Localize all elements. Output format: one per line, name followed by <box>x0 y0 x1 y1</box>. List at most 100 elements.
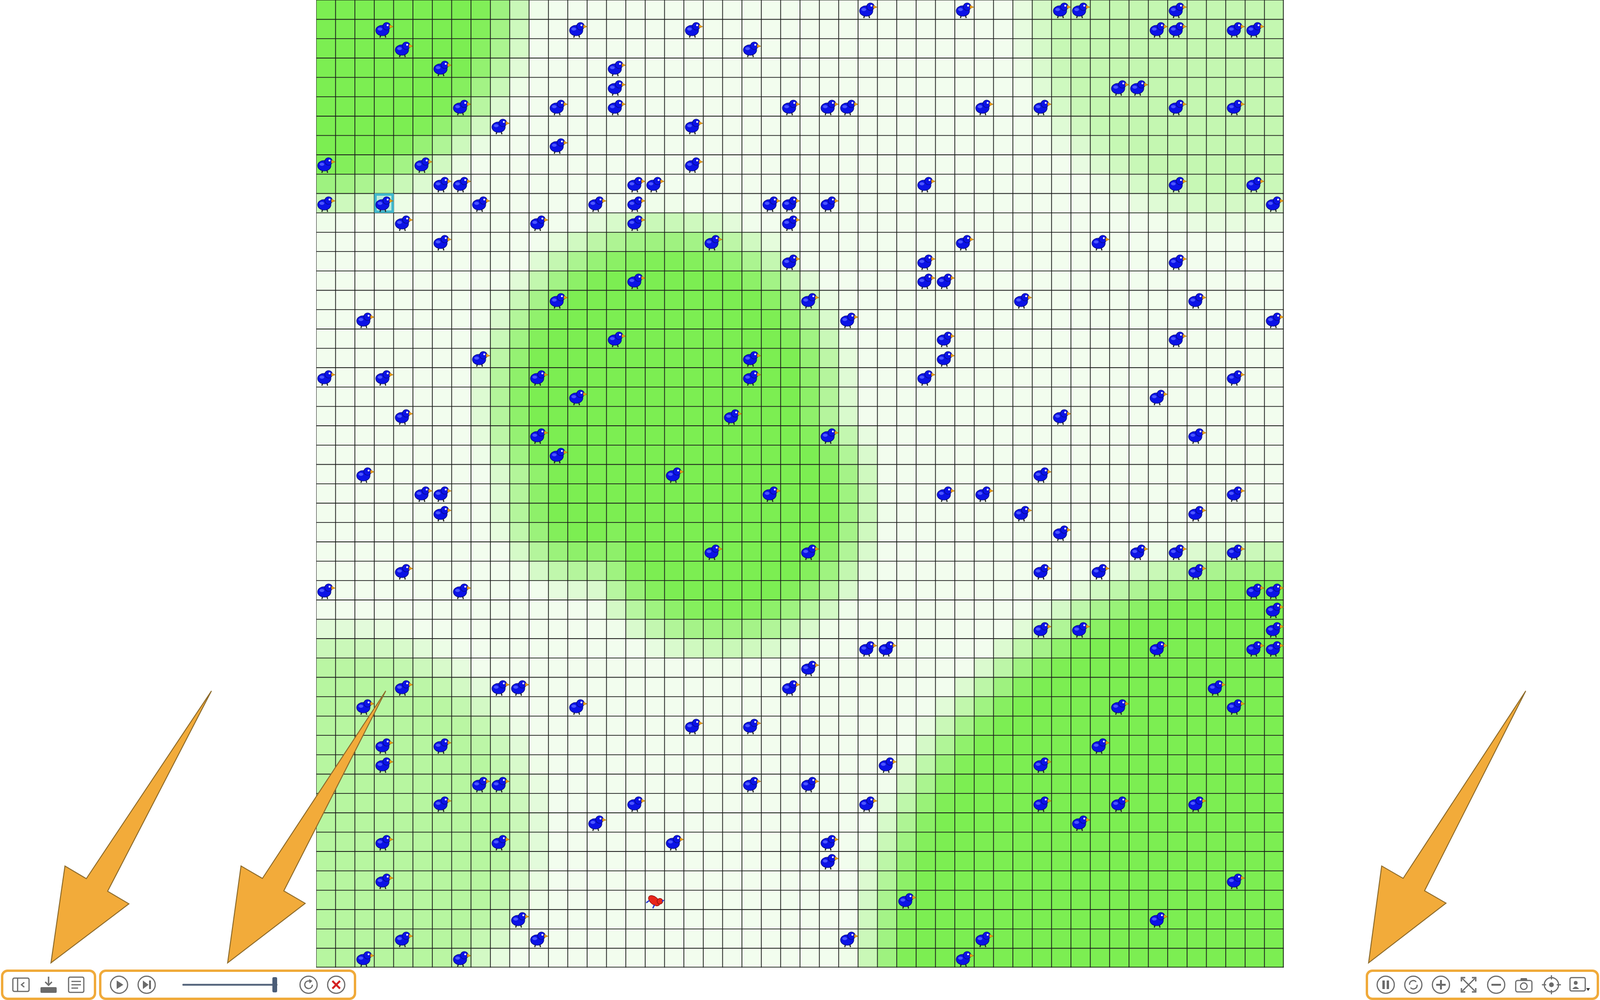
sheep-icon[interactable] <box>626 174 646 194</box>
sheep-icon[interactable] <box>355 696 375 716</box>
sheep-icon[interactable] <box>877 754 897 774</box>
sheep-icon[interactable] <box>316 580 336 600</box>
sheep-icon[interactable] <box>568 19 588 39</box>
sheep-icon[interactable] <box>1070 0 1090 20</box>
step-button[interactable] <box>135 973 158 996</box>
sheep-icon[interactable] <box>1264 600 1284 620</box>
sheep-icon[interactable] <box>529 367 549 387</box>
sheep-icon[interactable] <box>761 483 781 503</box>
sheep-icon[interactable] <box>393 677 413 697</box>
sheep-icon[interactable] <box>780 193 800 213</box>
sheep-icon[interactable] <box>664 464 684 484</box>
sheep-icon[interactable] <box>510 909 530 929</box>
sheep-icon[interactable] <box>1264 638 1284 658</box>
sheep-icon[interactable] <box>1167 174 1187 194</box>
sheep-icon[interactable] <box>470 348 490 368</box>
sheep-icon[interactable] <box>916 270 936 290</box>
sheep-icon[interactable] <box>780 251 800 271</box>
sheep-icon[interactable] <box>1187 290 1207 310</box>
sheep-icon[interactable] <box>1032 754 1052 774</box>
sheep-icon[interactable] <box>374 735 394 755</box>
sheep-icon[interactable] <box>626 270 646 290</box>
sheep-icon[interactable] <box>877 638 897 658</box>
sheep-icon[interactable] <box>568 387 588 407</box>
sheep-icon[interactable] <box>1264 580 1284 600</box>
zoom-fit-button[interactable] <box>1457 973 1480 996</box>
close-experiment-button[interactable] <box>325 973 348 996</box>
sheep-icon[interactable] <box>916 174 936 194</box>
sheep-icon[interactable] <box>316 193 336 213</box>
sheep-icon[interactable] <box>490 116 510 136</box>
sheep-icon[interactable] <box>568 696 588 716</box>
sheep-icon[interactable] <box>800 774 820 794</box>
sheep-icon[interactable] <box>393 929 413 949</box>
zoom-in-button[interactable] <box>1430 973 1452 996</box>
sheep-icon[interactable] <box>800 290 820 310</box>
sheep-icon[interactable] <box>432 503 452 523</box>
sheep-icon[interactable] <box>393 39 413 59</box>
sheep-icon[interactable] <box>316 367 336 387</box>
sheep-icon[interactable] <box>741 774 761 794</box>
world-view[interactable] <box>316 0 1284 968</box>
sheep-icon[interactable] <box>606 77 626 97</box>
sheep-icon[interactable] <box>683 716 703 736</box>
sheep-icon[interactable] <box>916 251 936 271</box>
sheep-icon[interactable] <box>1129 541 1149 561</box>
sheep-icon[interactable] <box>1245 174 1265 194</box>
sheep-icon[interactable] <box>451 174 471 194</box>
sheep-icon[interactable] <box>413 154 433 174</box>
sheep-icon[interactable] <box>974 483 994 503</box>
sheep-icon[interactable] <box>606 58 626 78</box>
sheep-icon[interactable] <box>432 735 452 755</box>
sheep-icon[interactable] <box>1070 812 1090 832</box>
sheep-icon[interactable] <box>741 348 761 368</box>
sheep-icon[interactable] <box>1167 541 1187 561</box>
sheep-icon[interactable] <box>780 97 800 117</box>
sheep-icon[interactable] <box>548 290 568 310</box>
sheep-icon[interactable] <box>374 754 394 774</box>
sheep-icon[interactable] <box>626 193 646 213</box>
sheep-icon[interactable] <box>819 851 839 871</box>
sheep-icon[interactable] <box>470 774 490 794</box>
sheep-icon[interactable] <box>819 97 839 117</box>
sheep-icon[interactable] <box>413 483 433 503</box>
center-view-button[interactable] <box>1540 973 1563 996</box>
sheep-icon[interactable] <box>1032 97 1052 117</box>
console-button[interactable] <box>65 973 88 996</box>
sheep-icon[interactable] <box>1264 619 1284 639</box>
sheep-icon[interactable] <box>1012 290 1032 310</box>
sheep-icon[interactable] <box>1070 619 1090 639</box>
sheep-icon[interactable] <box>1148 638 1168 658</box>
sheep-icon[interactable] <box>1167 251 1187 271</box>
sheep-icon[interactable] <box>451 580 471 600</box>
sheep-icon[interactable] <box>1110 77 1130 97</box>
sheep-icon[interactable] <box>470 193 490 213</box>
sheep-icon[interactable] <box>1110 793 1130 813</box>
sync-button[interactable] <box>1402 973 1425 996</box>
pause-display-button[interactable] <box>1374 973 1397 996</box>
sheep-icon[interactable] <box>780 677 800 697</box>
slider-thumb[interactable] <box>272 977 278 993</box>
reload-experiment-button[interactable] <box>297 973 320 996</box>
sheep-icon[interactable] <box>897 890 917 910</box>
sheep-icon[interactable] <box>974 929 994 949</box>
sheep-icon[interactable] <box>800 541 820 561</box>
wolf-icon[interactable] <box>645 890 665 910</box>
sheep-icon[interactable] <box>1225 367 1245 387</box>
sheep-icon[interactable] <box>1264 193 1284 213</box>
sheep-icon[interactable] <box>839 97 859 117</box>
sheep-icon[interactable] <box>935 483 955 503</box>
sheep-icon[interactable] <box>1129 77 1149 97</box>
sheep-icon[interactable] <box>858 793 878 813</box>
sheep-icon[interactable] <box>490 774 510 794</box>
sheep-icon[interactable] <box>1187 425 1207 445</box>
sheep-icon[interactable] <box>819 832 839 852</box>
sheep-icon[interactable] <box>393 561 413 581</box>
sheep-icon[interactable] <box>858 0 878 20</box>
display-options-button[interactable] <box>1568 973 1590 996</box>
sheep-icon[interactable] <box>626 793 646 813</box>
sheep-icon[interactable] <box>1051 406 1071 426</box>
sheep-icon[interactable] <box>432 232 452 252</box>
save-button[interactable] <box>37 973 60 996</box>
speed-slider[interactable] <box>182 975 278 995</box>
